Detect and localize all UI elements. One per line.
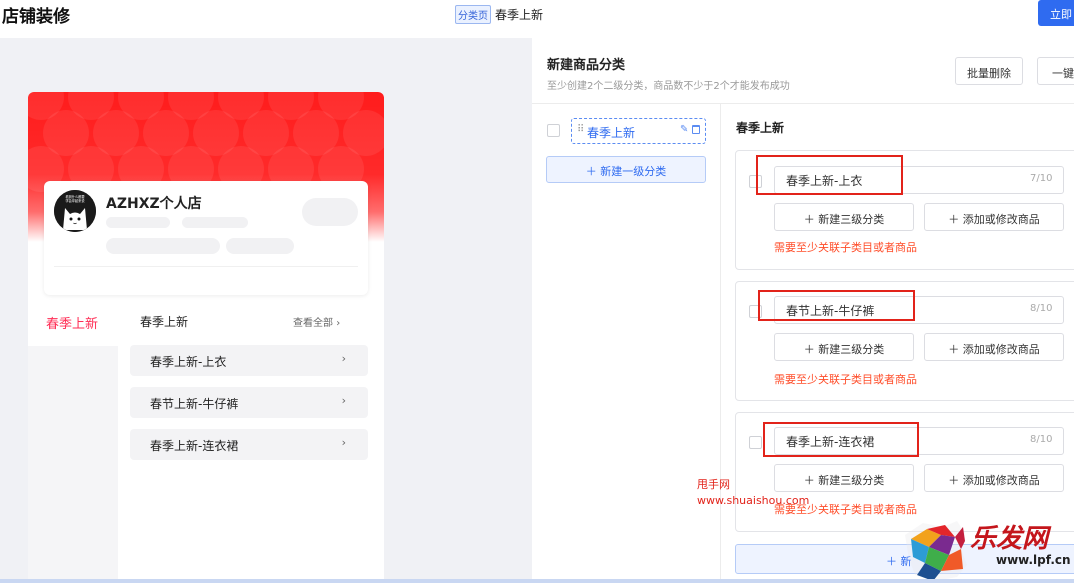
subcategory-item[interactable]: 春节上新-牛仔裤 › xyxy=(130,387,368,418)
warning-text: 需要至少关联子类目或者商品 xyxy=(774,373,917,386)
placeholder-bar xyxy=(106,217,170,228)
chevron-right-icon: › xyxy=(341,394,346,407)
edit-icon[interactable]: ✎ xyxy=(680,124,688,135)
char-counter: 7/10 xyxy=(1030,173,1053,184)
warning-text: 需要至少关联子类目或者商品 xyxy=(774,241,917,254)
watermark-site-name: 甩手网 xyxy=(697,478,730,491)
top-bar: 店铺装修 分类页 春季上新 立即 xyxy=(0,0,1074,38)
chevron-right-icon: › xyxy=(336,318,341,329)
subcategory-checkbox[interactable] xyxy=(749,436,762,449)
subcategory-label: 春节上新-牛仔裤 xyxy=(150,397,239,411)
column-divider xyxy=(720,104,721,583)
highlight-box xyxy=(758,290,915,321)
cat-avatar-icon: 看到什么都要 学会拿起来说 xyxy=(54,190,96,232)
add-level3-button[interactable]: ＋ 新建三级分类 xyxy=(774,333,914,361)
page-title: 店铺装修 xyxy=(2,7,70,27)
editor-divider xyxy=(532,103,1074,104)
add-goods-button[interactable]: ＋ 添加或修改商品 xyxy=(924,333,1064,361)
card-divider xyxy=(54,266,358,267)
chevron-right-icon: › xyxy=(341,436,346,449)
watermark-site-url: www.shuaishou.com xyxy=(697,494,810,507)
level1-category-label[interactable]: 春季上新 xyxy=(587,124,635,141)
drag-handle-icon[interactable]: ⠿ xyxy=(577,124,584,135)
category-sidebar xyxy=(28,346,118,583)
see-all-link[interactable]: 查看全部 › xyxy=(293,314,340,329)
char-counter: 8/10 xyxy=(1030,303,1053,314)
shop-info-card: 看到什么都要 学会拿起来说 AZHXZ个人店 xyxy=(44,181,368,295)
section-title: 春季上新 xyxy=(736,121,785,135)
editor-title: 新建商品分类 xyxy=(547,58,626,73)
chevron-right-icon: › xyxy=(341,352,346,365)
placeholder-bar xyxy=(226,238,294,254)
svg-text:学会拿起来说: 学会拿起来说 xyxy=(65,198,85,203)
subcategory-item[interactable]: 春季上新-上衣 › xyxy=(130,345,368,376)
delete-icon[interactable] xyxy=(692,125,700,134)
phone-preview: 看到什么都要 学会拿起来说 AZHXZ个人店 春季上新 春季上新 查看全部 › … xyxy=(28,92,384,583)
bottom-scroll-edge xyxy=(0,579,1074,583)
char-counter: 8/10 xyxy=(1030,434,1053,445)
add-goods-button[interactable]: ＋ 添加或修改商品 xyxy=(924,203,1064,231)
publish-button[interactable]: 立即 xyxy=(1038,0,1074,26)
watermark-logo-url: www.lpf.cn xyxy=(996,553,1071,567)
page-type-tag: 分类页 xyxy=(455,5,491,24)
highlight-box xyxy=(756,155,903,195)
one-click-button[interactable]: 一键 xyxy=(1037,57,1074,85)
sidebar-category-active[interactable]: 春季上新 xyxy=(46,313,98,332)
subcategory-item[interactable]: 春季上新-连衣裙 › xyxy=(130,429,368,460)
batch-delete-button[interactable]: 批量删除 xyxy=(955,57,1023,85)
highlight-box xyxy=(763,422,919,457)
current-page-name: 春季上新 xyxy=(495,8,544,22)
subcategory-label: 春季上新-上衣 xyxy=(150,355,227,369)
add-level1-category-button[interactable]: ＋ 新建一级分类 xyxy=(546,156,706,183)
category-header: 春季上新 xyxy=(140,315,189,329)
level1-checkbox[interactable] xyxy=(547,124,560,137)
current-page-indicator: 分类页 春季上新 xyxy=(455,5,543,24)
shop-name: AZHXZ个人店 xyxy=(106,196,202,212)
placeholder-bar xyxy=(106,238,220,254)
editor-subtitle: 至少创建2个二级分类，商品数不少于2个才能发布成功 xyxy=(547,81,790,92)
add-goods-button[interactable]: ＋ 添加或修改商品 xyxy=(924,464,1064,492)
watermark-logo-text: 乐发网 xyxy=(970,524,1049,554)
placeholder-bar xyxy=(182,217,248,228)
add-level3-button[interactable]: ＋ 新建三级分类 xyxy=(774,203,914,231)
subcategory-label: 春季上新-连衣裙 xyxy=(150,439,239,453)
shop-avatar: 看到什么都要 学会拿起来说 xyxy=(54,190,96,232)
follow-button-placeholder xyxy=(302,198,358,226)
see-all-label: 查看全部 xyxy=(293,318,333,329)
add-level3-button[interactable]: ＋ 新建三级分类 xyxy=(774,464,914,492)
